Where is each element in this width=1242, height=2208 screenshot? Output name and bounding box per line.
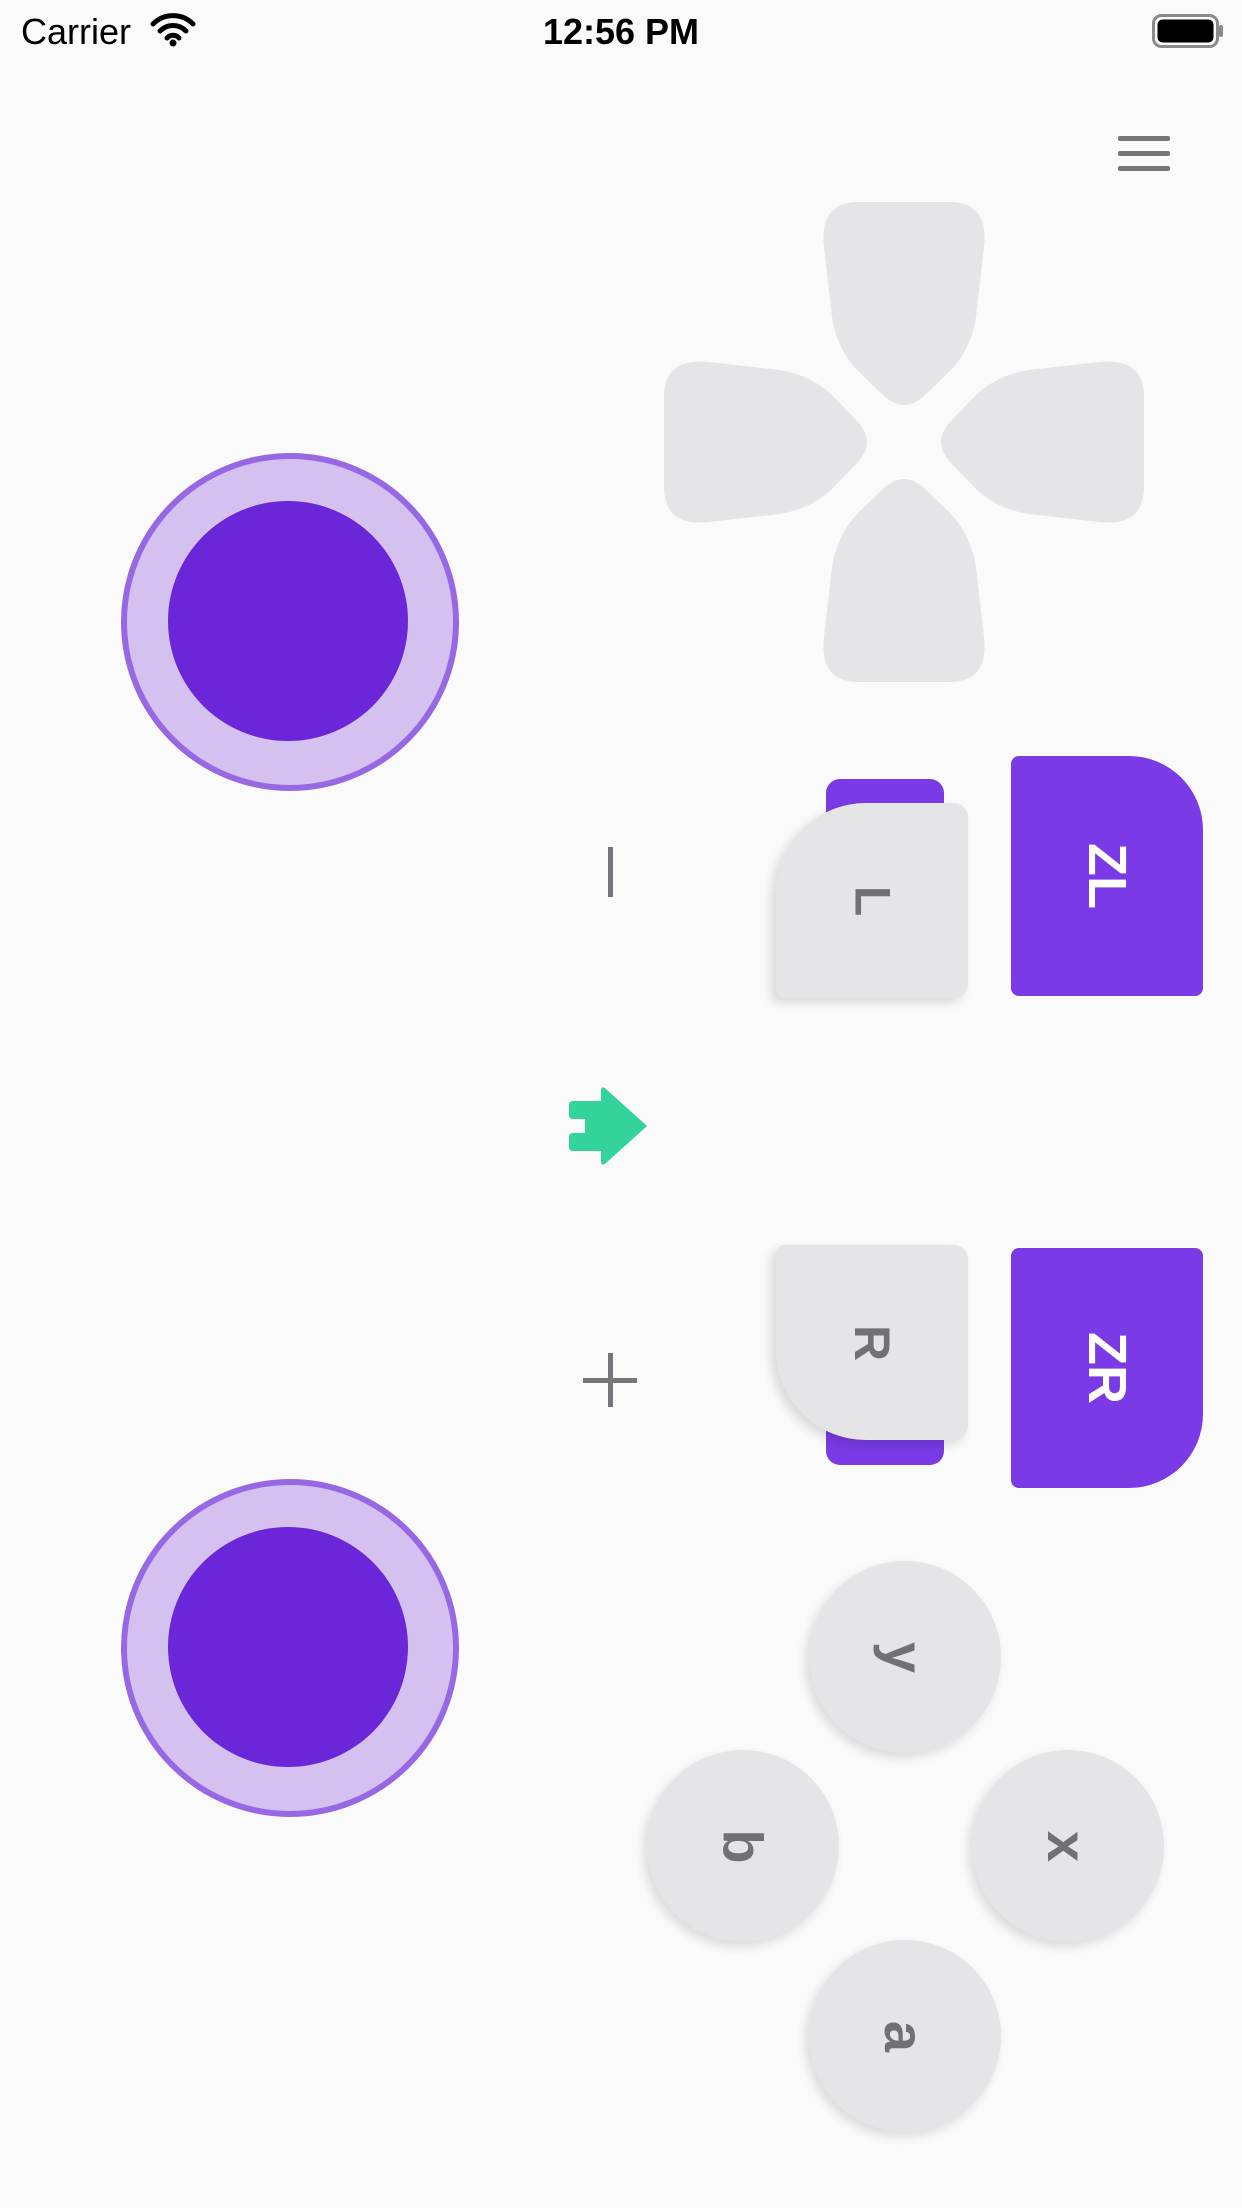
x-button-label: x — [1036, 1830, 1100, 1862]
battery-icon — [1152, 14, 1223, 48]
home-button[interactable] — [567, 1085, 651, 1165]
minus-button[interactable] — [600, 842, 620, 902]
status-time: 12:56 PM — [542, 11, 700, 52]
a-button-label: a — [873, 2020, 937, 2052]
home-arrow-icon — [569, 1087, 647, 1165]
x-button[interactable]: x — [972, 1750, 1164, 1942]
zr-button[interactable]: ZR — [1011, 1248, 1203, 1488]
zr-button-label: ZR — [1076, 1332, 1137, 1404]
b-button-label: b — [711, 1828, 775, 1864]
l-button[interactable]: L — [776, 803, 968, 998]
menu-button[interactable] — [1118, 136, 1174, 176]
r-button[interactable]: R — [776, 1245, 968, 1440]
right-joystick-knob[interactable] — [168, 1527, 408, 1767]
dpad — [664, 202, 1144, 682]
b-button[interactable]: b — [647, 1750, 839, 1942]
dpad-left[interactable] — [664, 361, 867, 523]
dpad-right[interactable] — [941, 361, 1144, 523]
dpad-down[interactable] — [823, 479, 985, 682]
y-button-label: y — [873, 1641, 937, 1673]
zl-button-label: ZL — [1076, 843, 1137, 909]
plus-button[interactable] — [580, 1350, 640, 1410]
a-button[interactable]: a — [809, 1940, 1001, 2132]
r-button-label: R — [843, 1324, 900, 1361]
y-button[interactable]: y — [809, 1561, 1001, 1753]
l-button-label: L — [843, 885, 900, 916]
dpad-up[interactable] — [823, 202, 985, 405]
zl-button[interactable]: ZL — [1011, 756, 1203, 996]
left-joystick-knob[interactable] — [168, 501, 408, 741]
